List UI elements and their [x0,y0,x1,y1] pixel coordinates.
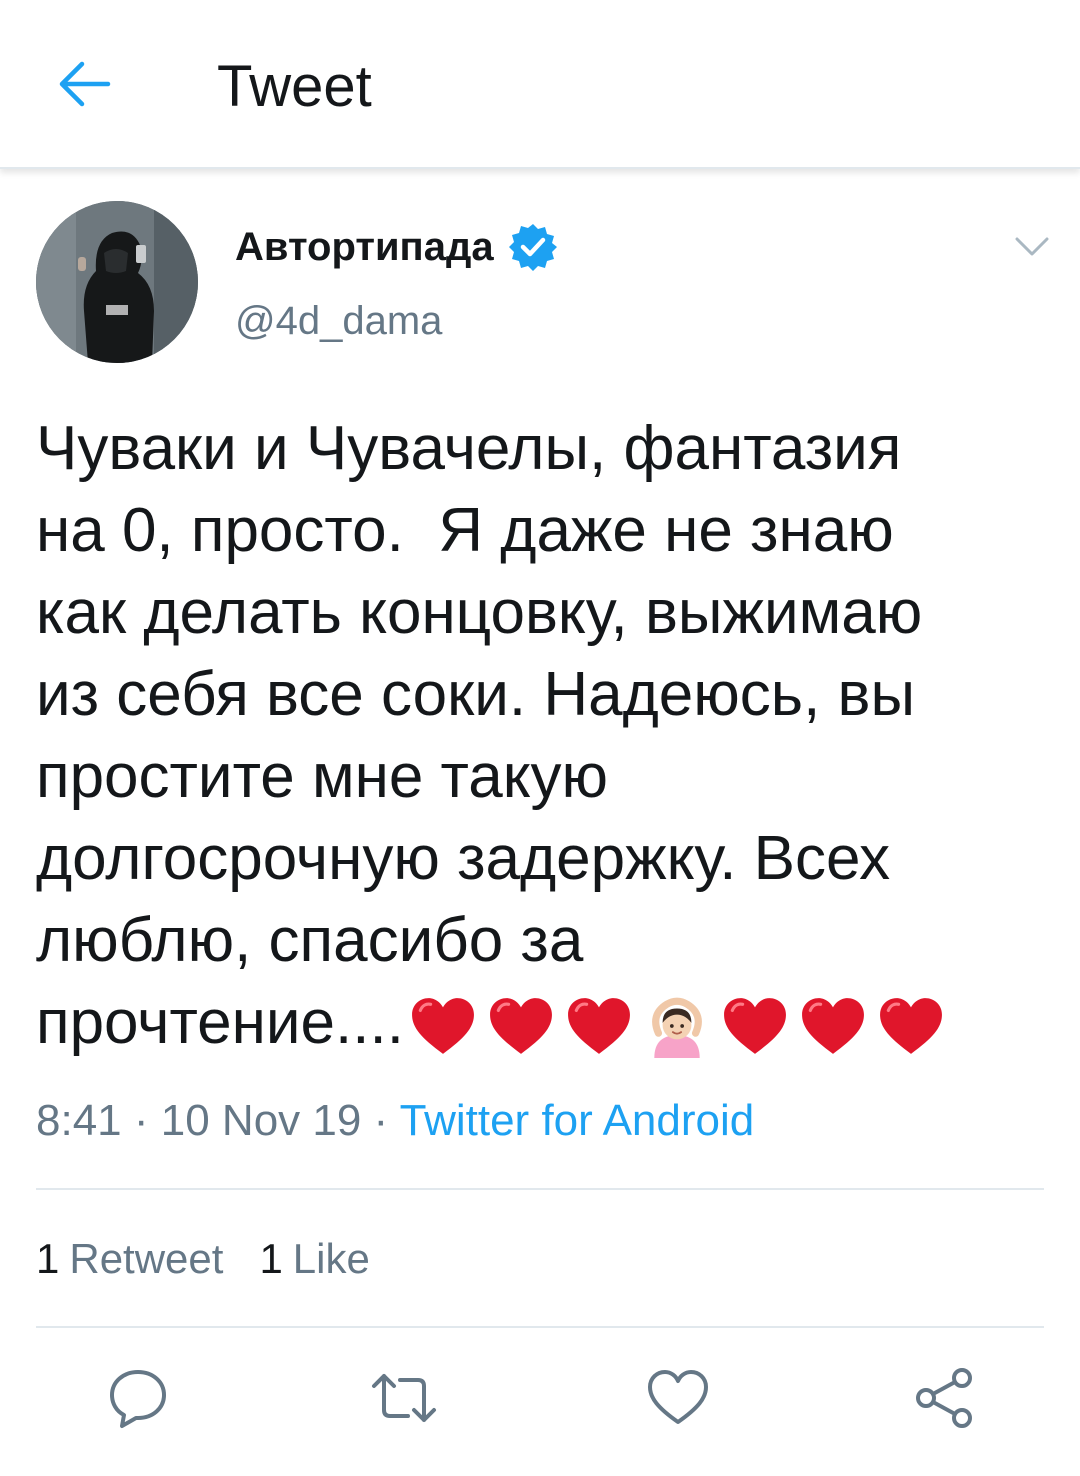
share-icon [916,1368,972,1428]
divider [36,1188,1044,1190]
author-name[interactable]: Автортипада [235,222,494,272]
retweets-label: Retweet [69,1235,224,1282]
avatar[interactable] [36,201,198,363]
share-button[interactable] [906,1360,982,1436]
heart-emoji-icon [489,997,552,1054]
likes-label: Like [292,1235,370,1282]
heart-emoji-icon [567,997,630,1054]
likes-stat[interactable]: 1 Like [259,1234,369,1284]
verified-badge-icon [508,224,557,271]
author-handle[interactable]: @4d_dama [235,296,442,346]
divider [36,1326,1044,1328]
retweets-count: 1 [36,1235,60,1282]
tweet-detail-screen: Tweet Автортипада @4d_dama Чуваки и Чува… [0,0,1080,1476]
emoji-row [410,994,956,1060]
heart-outline-icon [648,1370,708,1424]
engagement-stats: 1 Retweet 1 Like [36,1234,406,1284]
avatar-photo [36,201,198,363]
heart-emoji-icon [801,997,864,1054]
tweet-source-link[interactable]: Twitter for Android [400,1096,755,1145]
tweet-text: Чуваки и Чувачелы, фантазия на 0, просто… [36,414,923,1057]
heart-emoji-icon [411,997,474,1054]
tweet-body: Чуваки и Чувачелы, фантазия на 0, просто… [36,408,1046,1064]
tweet-options-button[interactable] [1010,225,1054,269]
back-button[interactable] [44,44,124,124]
arrow-left-icon [59,61,111,107]
heart-emoji-icon [879,997,942,1054]
person-gesturing-ok-emoji-icon [652,997,702,1058]
heart-emoji-icon [723,997,786,1054]
chevron-down-icon [1015,237,1049,256]
author-name-row: Автортипада [235,222,558,272]
tweet-time: 8:41 [36,1096,122,1145]
retweets-stat[interactable]: 1 Retweet [36,1234,223,1284]
meta-separator: · [121,1096,161,1145]
top-app-bar: Tweet [0,0,1080,169]
reply-button[interactable] [100,1360,176,1436]
meta-separator: · [361,1096,400,1145]
likes-count: 1 [259,1235,283,1282]
tweet-date: 10 Nov 19 [160,1096,362,1145]
tweet-meta: 8:41 · 10 Nov 19 · Twitter for Android [36,1094,754,1148]
page-title: Tweet [217,54,372,119]
like-button[interactable] [640,1360,716,1436]
reply-icon [110,1370,166,1428]
retweet-button[interactable] [366,1360,442,1436]
retweet-icon [372,1374,436,1422]
